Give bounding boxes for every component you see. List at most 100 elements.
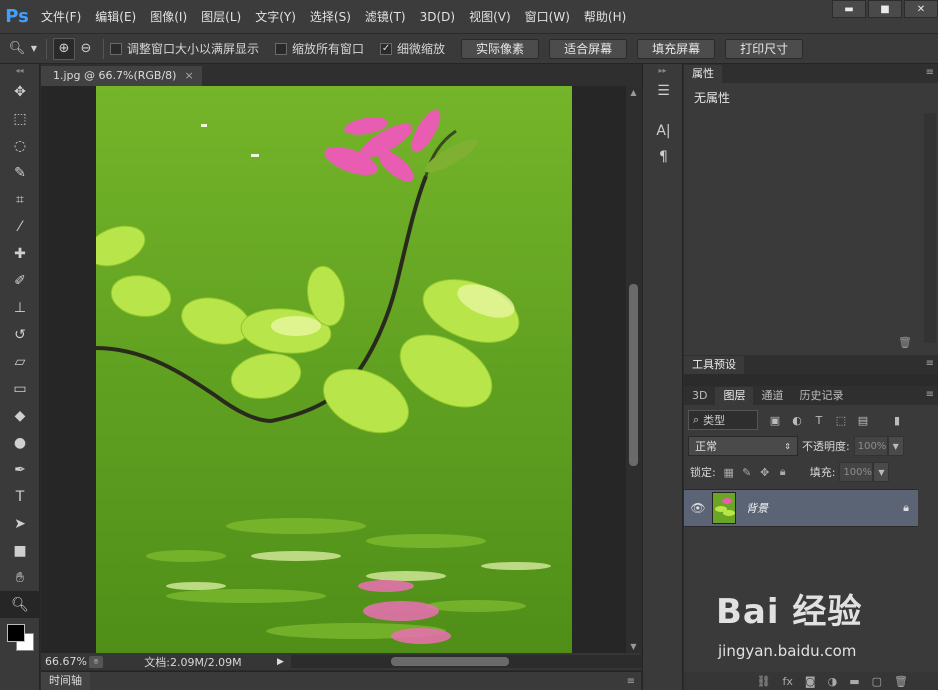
lock-all-icon[interactable]: 🔒︎ xyxy=(774,465,792,479)
tool-presets-icon[interactable]: ☰ xyxy=(643,78,684,104)
tab-layers[interactable]: 图层 xyxy=(715,387,754,405)
resize-windows-checkbox[interactable]: 调整窗口大小以满屏显示 xyxy=(110,40,259,57)
hand-tool-icon[interactable]: ✋︎ xyxy=(0,564,40,591)
zoom-tool-icon[interactable]: 🔍︎ xyxy=(0,591,40,618)
new-group-icon[interactable]: ▬ xyxy=(849,675,859,688)
shape-filter-icon[interactable]: ⬚ xyxy=(832,411,850,429)
minimize-button[interactable]: ▬ xyxy=(832,0,866,18)
type-filter-icon[interactable]: T xyxy=(810,411,828,429)
maximize-button[interactable]: ■ xyxy=(868,0,902,18)
vertical-scroll-thumb[interactable] xyxy=(629,284,638,466)
path-selection-tool-icon[interactable]: ➤ xyxy=(0,510,40,537)
lasso-tool-icon[interactable]: ◌ xyxy=(0,132,40,159)
checkbox-box[interactable] xyxy=(275,42,288,55)
menu-view[interactable]: 视图(V) xyxy=(462,0,518,34)
history-brush-tool-icon[interactable]: ↺ xyxy=(0,321,40,348)
foreground-color-swatch[interactable] xyxy=(7,624,25,642)
healing-brush-tool-icon[interactable]: ✚ xyxy=(0,240,40,267)
eye-icon[interactable]: 👁︎ xyxy=(684,501,712,515)
photoshop-logo[interactable]: Ps xyxy=(0,0,34,34)
add-mask-icon[interactable]: ◙ xyxy=(805,675,816,688)
lock-transparency-icon[interactable]: ▦ xyxy=(720,466,738,479)
zoom-all-windows-checkbox[interactable]: 缩放所有窗口 xyxy=(275,40,364,57)
clone-stamp-tool-icon[interactable]: ⊥ xyxy=(0,294,40,321)
status-menu-arrow-icon[interactable]: ▶ xyxy=(277,657,291,667)
dodge-tool-icon[interactable]: ● xyxy=(0,429,40,456)
eyedropper-tool-icon[interactable]: ⁄ xyxy=(0,213,40,240)
status-info-icon[interactable]: ⌾ xyxy=(89,655,103,668)
brush-tool-icon[interactable]: ✐ xyxy=(0,267,40,294)
properties-scrollbar[interactable] xyxy=(924,113,936,343)
tab-properties[interactable]: 属性 xyxy=(684,65,722,83)
checkmark-icon[interactable]: ✓ xyxy=(380,42,393,55)
layer-kind-filter[interactable]: ⌕ 类型 xyxy=(688,410,758,430)
pen-tool-icon[interactable]: ✒ xyxy=(0,456,40,483)
menu-type[interactable]: 文字(Y) xyxy=(248,0,303,34)
quick-selection-tool-icon[interactable]: ✎ xyxy=(0,159,40,186)
zoom-tool-preset-icon[interactable]: 🔍︎ xyxy=(6,38,28,60)
menu-image[interactable]: 图像(I) xyxy=(143,0,194,34)
canvas-area[interactable] xyxy=(41,86,626,653)
print-size-button[interactable]: 打印尺寸 xyxy=(725,38,804,59)
chevron-down-icon[interactable]: ▼ xyxy=(873,462,890,482)
menu-window[interactable]: 窗口(W) xyxy=(518,0,577,34)
scroll-down-icon[interactable]: ▼ xyxy=(626,642,641,651)
panel-menu-icon[interactable]: ≡ xyxy=(926,67,934,78)
trash-icon[interactable]: 🗑︎ xyxy=(894,675,908,688)
document-image[interactable] xyxy=(96,86,572,653)
move-tool-icon[interactable]: ✥ xyxy=(0,78,40,105)
rectangle-tool-icon[interactable]: ■ xyxy=(0,537,40,564)
menu-edit[interactable]: 编辑(E) xyxy=(88,0,143,34)
panel-menu-icon[interactable]: ≡ xyxy=(627,676,635,687)
character-panel-icon[interactable]: A| xyxy=(643,118,684,144)
document-tab[interactable]: 1.jpg @ 66.7%(RGB/8) × xyxy=(41,66,202,86)
fx-icon[interactable]: fx xyxy=(783,675,793,688)
layer-thumbnail[interactable] xyxy=(712,492,736,524)
menu-3d[interactable]: 3D(D) xyxy=(413,0,462,34)
close-icon[interactable]: × xyxy=(184,66,193,86)
toolbar-grip[interactable]: ◂◂ xyxy=(0,64,39,78)
scroll-up-icon[interactable]: ▲ xyxy=(626,88,641,97)
menu-layer[interactable]: 图层(L) xyxy=(194,0,248,34)
blur-tool-icon[interactable]: ◆ xyxy=(0,402,40,429)
lock-position-icon[interactable]: ✥ xyxy=(756,466,774,479)
menu-filter[interactable]: 滤镜(T) xyxy=(358,0,413,34)
filter-toggle-icon[interactable]: ▮ xyxy=(888,411,906,429)
adjustment-filter-icon[interactable]: ◐ xyxy=(788,411,806,429)
link-layers-icon[interactable]: ⛓ xyxy=(757,675,771,688)
adjustment-layer-icon[interactable]: ◑ xyxy=(828,675,838,688)
actual-pixels-button[interactable]: 实际像素 xyxy=(461,38,540,59)
fill-screen-button[interactable]: 填充屏幕 xyxy=(637,38,716,59)
paragraph-panel-icon[interactable]: ¶ xyxy=(643,144,684,170)
trash-icon[interactable]: 🗑︎ xyxy=(898,336,912,349)
tab-channels[interactable]: 通道 xyxy=(753,387,791,405)
menu-select[interactable]: 选择(S) xyxy=(303,0,358,34)
zoom-out-icon[interactable]: ⊖ xyxy=(75,38,97,60)
layer-row-background[interactable]: 👁︎ 背景 🔒︎ xyxy=(684,489,918,527)
eraser-tool-icon[interactable]: ▱ xyxy=(0,348,40,375)
checkbox-box[interactable] xyxy=(110,42,122,55)
horizontal-scroll-thumb[interactable] xyxy=(391,657,509,666)
smart-object-filter-icon[interactable]: ▤ xyxy=(854,411,872,429)
pixel-filter-icon[interactable]: ▣ xyxy=(766,411,784,429)
zoom-level[interactable]: 66.67% xyxy=(41,655,89,668)
opacity-input[interactable]: 100% xyxy=(853,436,888,456)
gradient-tool-icon[interactable]: ▭ xyxy=(0,375,40,402)
fit-screen-button[interactable]: 适合屏幕 xyxy=(549,38,628,59)
menu-help[interactable]: 帮助(H) xyxy=(577,0,633,34)
timeline-tab[interactable]: 时间轴 xyxy=(41,672,90,690)
new-layer-icon[interactable]: ▢ xyxy=(872,675,882,688)
toolbar-grip[interactable]: ▸▸ xyxy=(643,64,682,78)
blend-mode-select[interactable]: 正常 ⇕ xyxy=(688,436,798,456)
menu-file[interactable]: 文件(F) xyxy=(34,0,88,34)
chevron-down-icon[interactable]: ▼ xyxy=(28,38,40,60)
close-button[interactable]: ✕ xyxy=(904,0,938,18)
vertical-scrollbar[interactable]: ▲ ▼ xyxy=(626,86,641,653)
panel-menu-icon[interactable]: ≡ xyxy=(926,358,934,369)
lock-image-icon[interactable]: ✎ xyxy=(738,466,756,479)
scrubby-zoom-checkbox[interactable]: ✓ 细微缩放 xyxy=(380,40,445,57)
type-tool-icon[interactable]: T xyxy=(0,483,40,510)
marquee-tool-icon[interactable]: ⬚ xyxy=(0,105,40,132)
chevron-down-icon[interactable]: ▼ xyxy=(887,436,904,456)
fill-input[interactable]: 100% xyxy=(839,462,874,482)
